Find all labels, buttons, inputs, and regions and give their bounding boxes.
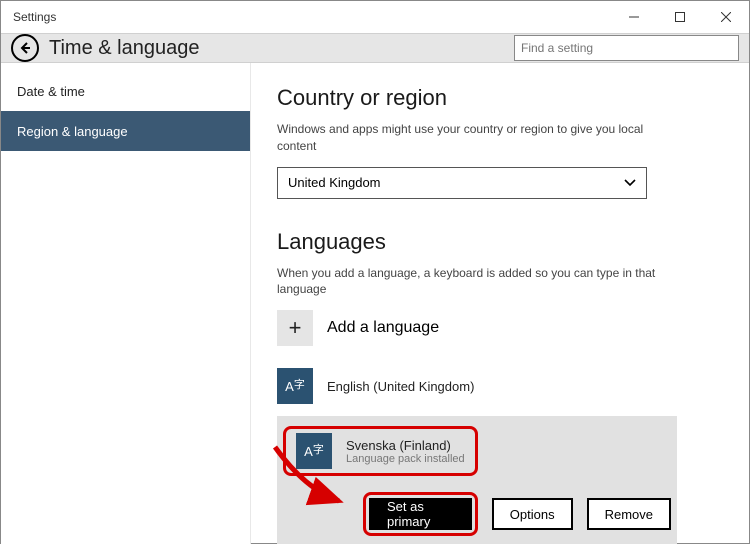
country-heading: Country or region	[277, 85, 723, 111]
button-label: Remove	[605, 507, 653, 522]
language-sub: Language pack installed	[346, 453, 465, 465]
minimize-button[interactable]	[611, 1, 657, 33]
button-label: Set as primary	[387, 499, 454, 529]
set-as-primary-button[interactable]: Set as primary	[369, 498, 472, 530]
main-content: Country or region Windows and apps might…	[251, 63, 749, 544]
add-language-label: Add a language	[327, 319, 439, 337]
options-button[interactable]: Options	[492, 498, 573, 530]
languages-desc: When you add a language, a keyboard is a…	[277, 265, 657, 299]
language-name: English (United Kingdom)	[327, 379, 474, 394]
languages-heading: Languages	[277, 229, 723, 255]
search-box[interactable]	[514, 35, 739, 61]
language-action-row: Set as primary Options Remove	[283, 492, 671, 536]
language-selected-block: A字 Svenska (Finland) Language pack insta…	[277, 416, 677, 544]
page-title: Time & language	[49, 37, 514, 60]
sidebar: Date & time Region & language	[1, 63, 251, 544]
chevron-down-icon	[624, 176, 636, 190]
search-input[interactable]	[521, 41, 732, 55]
annotation-highlight: Set as primary	[363, 492, 478, 536]
maximize-button[interactable]	[657, 1, 703, 33]
country-selected: United Kingdom	[288, 175, 381, 190]
country-desc: Windows and apps might use your country …	[277, 121, 657, 155]
add-language-button[interactable]: + Add a language	[277, 310, 723, 346]
sidebar-item-label: Region & language	[17, 124, 128, 139]
language-glyph-icon: A字	[277, 368, 313, 404]
sidebar-item-region-language[interactable]: Region & language	[1, 111, 250, 151]
window-title: Settings	[13, 10, 56, 24]
back-button[interactable]	[11, 34, 39, 62]
sidebar-item-label: Date & time	[17, 84, 85, 99]
settings-window: Settings Time & language Date & time Reg…	[0, 0, 750, 544]
language-glyph-icon: A字	[296, 433, 332, 469]
remove-button[interactable]: Remove	[587, 498, 671, 530]
header-bar: Time & language	[1, 33, 749, 63]
language-item-english[interactable]: A字 English (United Kingdom)	[277, 362, 723, 410]
language-item-svenska[interactable]: A字 Svenska (Finland) Language pack insta…	[290, 431, 471, 471]
country-dropdown[interactable]: United Kingdom	[277, 167, 647, 199]
plus-icon: +	[277, 310, 313, 346]
language-name: Svenska (Finland)	[346, 438, 465, 453]
close-button[interactable]	[703, 1, 749, 33]
titlebar: Settings	[1, 1, 749, 33]
annotation-highlight: A字 Svenska (Finland) Language pack insta…	[283, 426, 478, 476]
button-label: Options	[510, 507, 555, 522]
sidebar-item-date-time[interactable]: Date & time	[1, 71, 250, 111]
